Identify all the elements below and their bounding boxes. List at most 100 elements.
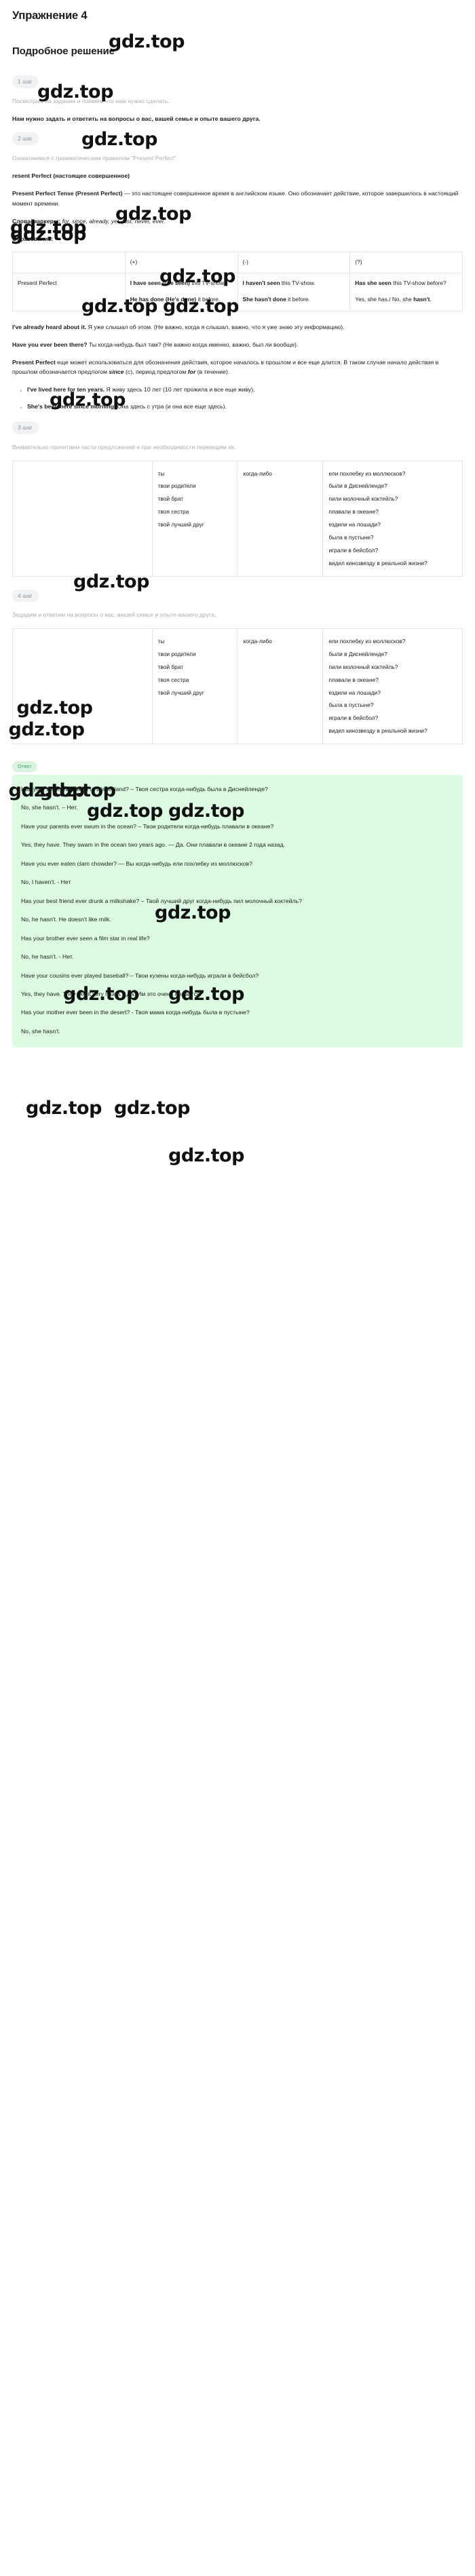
grammar-header-minus: (-) xyxy=(237,251,351,274)
answer-line: Have your cousins ever played baseball? … xyxy=(21,972,259,979)
match-cell-adverb: когда-либо xyxy=(237,460,324,577)
list-item: видел кинозвезду в реальной жизни? xyxy=(328,559,428,566)
rule-paragraph: Present Perfect Tense (Present Perfect) … xyxy=(12,189,463,208)
list-item: She's been here since morning. Она здесь… xyxy=(27,402,463,411)
markers-value: for, since, already, yet, just, never, e… xyxy=(62,217,166,225)
list-item: ездили на лошади? xyxy=(328,521,381,528)
step-4-intro: Зададим и ответим на вопросы о вас, ваше… xyxy=(12,611,216,619)
grammar-header-question: (?) xyxy=(349,251,463,274)
grammar-example: Has she seen this TV-show before? xyxy=(355,280,446,287)
list-item: когда-либо xyxy=(243,469,272,477)
grammar-cell-plus: I have seen (I've seen) this TV-show. He… xyxy=(124,273,238,311)
list-item: твои родители xyxy=(157,650,196,657)
step-1: 1 шаг Посмотрим на задание и поймём что … xyxy=(12,75,463,123)
answer-line: No, I haven't. - Нет xyxy=(21,879,71,886)
grammar-example: She hasn't done it before. xyxy=(242,296,310,303)
grammar-example: He has done (He's done) it before. xyxy=(130,296,221,303)
example-2: Have you ever been there? Ты когда-нибуд… xyxy=(12,341,299,348)
list-item: была в пустыне? xyxy=(328,701,374,709)
list-item: пили молочный коктейль? xyxy=(328,495,398,503)
answer-line: Has your mother ever been in the desert?… xyxy=(21,1009,250,1016)
match-cell-blank xyxy=(12,460,153,577)
answer-badge: Ответ xyxy=(12,761,37,772)
answer-line: No, he hasn't. He doesn't like milk. xyxy=(21,916,111,923)
since-for-examples: I've lived here for ten years. Я живу зд… xyxy=(12,385,463,411)
watermark: gdz.top xyxy=(26,1097,102,1119)
table-row: (+) (-) (?) xyxy=(12,251,463,274)
answer-line: No, she hasn't. xyxy=(21,1027,60,1035)
list-item: были в Диснейленде? xyxy=(328,650,387,657)
step-2-intro: Ознакомимся с грамматическим правилом "P… xyxy=(12,154,178,161)
match-cell-blank: gdz.top gdz.top xyxy=(12,628,153,801)
table-row: gdz.top gdz.top ты твои родители твой бр… xyxy=(9,628,463,801)
list-item: твой лучший друг xyxy=(157,521,204,528)
match-cell-subjects: ты твои родители твой брат твоя сестра т… xyxy=(151,460,238,577)
step-badge-1: 1 шаг xyxy=(12,75,39,88)
grammar-example: I haven't seen this TV-show. xyxy=(242,280,316,287)
watermark: gdz.top xyxy=(16,697,93,719)
answer-line: Have your parents ever swum in the ocean… xyxy=(21,822,274,830)
list-item: пили молочный коктейль? xyxy=(328,663,398,670)
answer-line: No, he hasn't. - Нет. xyxy=(21,953,74,961)
grammar-corner-cell xyxy=(12,251,126,274)
step-badge-3: 3 шаг xyxy=(12,421,39,434)
table-row: Present Perfect I have seen (I've seen) … xyxy=(12,273,463,311)
grammar-example: Yes, she has./ No, she hasn't. xyxy=(355,296,432,303)
match-cell-subjects: ты твои родители твой брат твоя сестра т… xyxy=(151,628,238,745)
step-badge-2: 2 шаг xyxy=(12,132,39,145)
list-item: твоя сестра xyxy=(157,508,189,516)
match-cell-adverb: когда-либо gdz.top gdz.top xyxy=(9,628,324,801)
step-badge-4: 4 шаг xyxy=(12,589,39,602)
list-item: ты xyxy=(157,637,165,645)
formation-label: Образование: xyxy=(12,235,54,242)
answer-line: Has your brother ever seen a film star i… xyxy=(21,934,150,942)
list-item: ели похлебку из моллюсков? xyxy=(328,469,406,477)
list-item: твой лучший друг xyxy=(157,689,204,696)
grammar-row-label: Present Perfect xyxy=(12,273,126,311)
grammar-cell-minus: I haven't seen this TV-show. She hasn't … xyxy=(237,273,351,311)
answer-line: Yes, they have. They like it very much. … xyxy=(21,991,202,997)
list-item: твоя сестра xyxy=(157,676,189,683)
grammar-cell-question: Has she seen this TV-show before? Yes, s… xyxy=(349,273,463,311)
list-item: играли в бейсбол? xyxy=(328,547,379,554)
list-item: I've lived here for ten years. Я живу зд… xyxy=(27,385,463,394)
step-1-intro: Посмотрим на задание и поймём что нам ну… xyxy=(12,97,170,104)
watermark: gdz.top xyxy=(114,1097,190,1119)
markers-label: Слова-маркеры: xyxy=(12,217,61,225)
step-2: 2 шаг Ознакомимся с грамматическим прави… xyxy=(12,132,463,411)
grammar-table: (+) (-) (?) Present Perfect I have seen … xyxy=(12,251,463,311)
list-item: твой брат xyxy=(157,663,184,670)
page-title: Упражнение 4 xyxy=(12,9,88,22)
step-1-task: Нам нужно задать и ответить на вопросы о… xyxy=(12,115,261,123)
list-item: играли в бейсбол? xyxy=(328,714,379,722)
markers-line: Слова-маркеры: for, since, already, yet,… xyxy=(12,216,463,226)
step-3: gdz.top 3 шаг Внимательно прочитаем част… xyxy=(12,389,463,577)
list-item: ты xyxy=(157,469,165,477)
list-item: плавали в океане? xyxy=(328,676,379,683)
answer-line: Have you ever eaten clam chowder? — Вы к… xyxy=(21,860,252,867)
match-cell-predicates: ели похлебку из моллюсков? были в Дисней… xyxy=(322,628,463,745)
step-3-intro: Внимательно прочитаем части предложений … xyxy=(12,443,236,450)
solution-heading: Подробное решение xyxy=(12,45,115,57)
answer-section: Ответ gdz.top gdz.top gdz.top gdz.top gd… xyxy=(12,759,463,1166)
answer-line: No, she hasn't. – Нет. xyxy=(21,804,78,811)
list-item: видел кинозвезду в реальной жизни? xyxy=(328,727,428,735)
match-table-4: gdz.top gdz.top ты твои родители твой бр… xyxy=(9,628,463,801)
list-item: была в пустыне? xyxy=(328,534,374,541)
table-row: ты твои родители твой брат твоя сестра т… xyxy=(12,460,463,577)
match-table-3: ты твои родители твой брат твоя сестра т… xyxy=(12,460,463,577)
rule-term: Present Perfect Tense (Present Perfect) xyxy=(12,190,123,197)
rule-since-for: Present Perfect еще может использоваться… xyxy=(12,359,439,376)
answer-line: Yes, they have. They swam in the ocean t… xyxy=(21,841,286,849)
list-item: твой брат xyxy=(157,495,184,503)
step-4: gdz.top 4 шаг Зададим и ответим на вопро… xyxy=(9,571,463,801)
answer-body: gdz.top gdz.top gdz.top gdz.top gdz.top … xyxy=(12,774,463,1166)
match-cell-predicates: ели похлебку из моллюсков? были в Дисней… xyxy=(322,460,463,577)
grammar-example: I have seen (I've seen) this TV-show. xyxy=(130,280,225,287)
grammar-header-plus: (+) xyxy=(124,251,238,274)
answer-line: Has your sister ever been to Disneyland?… xyxy=(21,785,268,792)
solution-page: gdz.top gdz.top gdz.top gdz.top gdz.top … xyxy=(0,0,475,1166)
watermark: gdz.top xyxy=(168,1145,244,1166)
rule-title: resent Perfect (настоящее совершенное) xyxy=(12,172,130,180)
list-item: ели похлебку из моллюсков? xyxy=(328,637,406,645)
